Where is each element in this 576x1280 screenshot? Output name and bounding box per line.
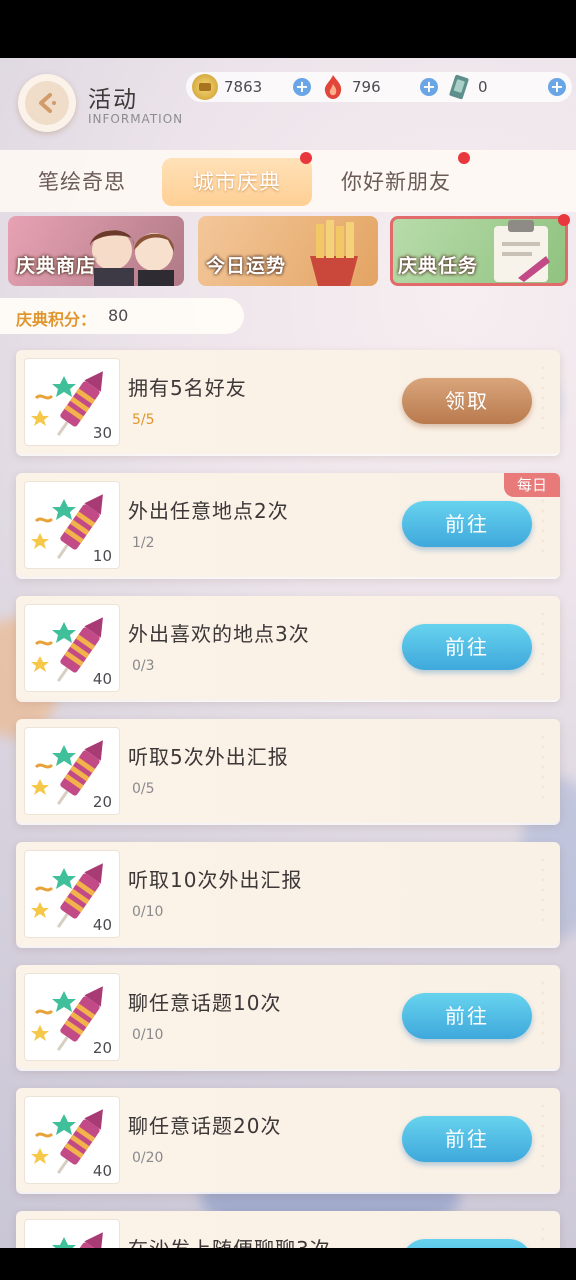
reward-count: 40 <box>92 916 112 934</box>
back-button[interactable] <box>18 74 76 132</box>
celebration-score: 庆典积分： 80 <box>0 298 244 334</box>
firework-reward-icon: 40 <box>24 1096 120 1184</box>
top-bar: 活动 INFORMATION 7863 + 796 + 0 + <box>0 58 576 150</box>
task-progress: 5/5 <box>132 412 155 428</box>
task-progress: 1/2 <box>132 535 155 551</box>
tab-city-celebration[interactable]: 城市庆典 <box>162 158 312 206</box>
task-progress: 0/3 <box>132 658 155 674</box>
go-button[interactable]: 前往 <box>402 1239 532 1248</box>
task-name: 拥有5名好友 <box>128 376 247 400</box>
firework-reward-icon: 40 <box>24 850 120 938</box>
currency-gold: 7863 <box>192 72 262 102</box>
flame-crystal-icon <box>320 74 346 100</box>
score-label: 庆典积分： <box>16 310 97 329</box>
feature-banners: 庆典商店 今日运势 庆典任务 <box>0 214 576 290</box>
firework-reward-icon: 20 <box>24 973 120 1061</box>
card-edge-decoration: ◦◦◦◦◦◦◦ <box>540 733 546 802</box>
task-name: 在沙发上随便聊聊3次 <box>128 1233 331 1248</box>
reward-count: 20 <box>92 1039 112 1057</box>
task-card: 40 外出喜欢的地点3次 0/3 前往 ◦ ◦ ◦ ◦ ◦ ◦ ◦ <box>16 596 560 700</box>
card-edge-decoration: ◦◦◦◦◦◦◦ <box>540 1102 546 1171</box>
task-card: 20 听取5次外出汇报 0/5 ◦ ◦ ◦ ◦ ◦ ◦ ◦ <box>16 719 560 823</box>
task-name: 聊任意话题20次 <box>128 1114 282 1138</box>
currency-ticket: 0 <box>446 72 488 102</box>
task-progress: 0/10 <box>132 904 164 920</box>
task-card: 20 聊任意话题10次 0/10 前往 ◦ ◦ ◦ ◦ ◦ ◦ ◦ <box>16 965 560 1069</box>
go-button[interactable]: 前往 <box>402 501 532 547</box>
tab-notification-dot <box>458 152 470 164</box>
card-edge-decoration: ◦◦◦◦◦◦◦ <box>540 979 546 1048</box>
back-arrow-icon <box>25 81 69 125</box>
shop-banner-label: 庆典商店 <box>16 255 97 277</box>
task-name: 聊任意话题10次 <box>128 991 282 1015</box>
flame-value: 796 <box>352 78 381 96</box>
task-name: 外出任意地点2次 <box>128 499 289 523</box>
add-gold-button[interactable]: + <box>293 78 311 96</box>
card-edge-decoration: ◦◦◦◦◦◦◦ <box>540 856 546 925</box>
card-edge-decoration: ◦◦◦◦◦◦◦ <box>540 364 546 433</box>
reward-count: 20 <box>92 793 112 811</box>
task-banner[interactable]: 庆典任务 <box>390 216 568 286</box>
go-button[interactable]: 前往 <box>402 1116 532 1162</box>
shop-banner[interactable]: 庆典商店 <box>8 216 184 286</box>
claim-button[interactable]: 领取 <box>402 378 532 424</box>
tab-bihui-qisi[interactable]: 笔绘奇思 <box>12 158 152 206</box>
task-banner-label: 庆典任务 <box>398 255 479 277</box>
currency-bar: 7863 + 796 + 0 + <box>186 72 572 102</box>
task-progress: 0/20 <box>132 1150 164 1166</box>
page-title: 活动 <box>88 87 138 113</box>
task-name: 外出喜欢的地点3次 <box>128 622 310 646</box>
task-card: 10 外出任意地点2次 1/2 前往 每日 ◦ ◦ ◦ ◦ ◦ ◦ ◦ <box>16 473 560 577</box>
currency-flame: 796 <box>320 72 381 102</box>
ticket-card-icon <box>446 74 472 100</box>
firework-reward-icon: 30 <box>24 358 120 446</box>
firework-reward-icon: 20 <box>24 727 120 815</box>
tab-hello-new-friend[interactable]: 你好新朋友 <box>326 158 466 206</box>
reward-count: 10 <box>92 547 112 565</box>
task-card: 在沙发上随便聊聊3次 前往 ◦◦◦◦◦◦◦ <box>16 1211 560 1248</box>
activity-screen: 活动 INFORMATION 7863 + 796 + 0 + 笔绘奇思 城市庆… <box>0 58 576 1248</box>
gold-value: 7863 <box>224 78 263 96</box>
task-card: 30 拥有5名好友 5/5 领取 ◦ ◦ ◦ ◦ ◦ ◦ ◦ <box>16 350 560 454</box>
firework-reward-icon <box>24 1219 120 1248</box>
reward-count: 30 <box>92 424 112 442</box>
score-value: 80 <box>108 306 129 325</box>
page-subtitle: INFORMATION <box>88 112 184 126</box>
tab-bar: 笔绘奇思 城市庆典 你好新朋友 <box>0 150 576 212</box>
gold-coin-icon <box>192 74 218 100</box>
daily-badge: 每日 <box>504 473 560 497</box>
card-edge-decoration: ◦◦◦◦◦◦◦ <box>540 610 546 679</box>
banner-notification-dot <box>558 214 570 226</box>
task-name: 听取10次外出汇报 <box>128 868 303 892</box>
ticket-value: 0 <box>478 78 488 96</box>
firework-reward-icon: 40 <box>24 604 120 692</box>
reward-count: 40 <box>92 670 112 688</box>
card-edge-decoration: ◦◦◦◦◦◦◦ <box>540 487 546 556</box>
reward-count: 40 <box>92 1162 112 1180</box>
task-progress: 0/10 <box>132 1027 164 1043</box>
fortune-banner-label: 今日运势 <box>206 255 287 277</box>
card-edge-decoration: ◦◦◦◦◦◦◦ <box>540 1225 546 1248</box>
fortune-banner[interactable]: 今日运势 <box>198 216 378 286</box>
task-name: 听取5次外出汇报 <box>128 745 289 769</box>
task-card: 40 听取10次外出汇报 0/10 ◦ ◦ ◦ ◦ ◦ ◦ ◦ <box>16 842 560 946</box>
task-card: 40 聊任意话题20次 0/20 前往 ◦ ◦ ◦ ◦ ◦ ◦ ◦ <box>16 1088 560 1192</box>
task-progress: 0/5 <box>132 781 155 797</box>
add-ticket-button[interactable]: + <box>548 78 566 96</box>
add-flame-button[interactable]: + <box>420 78 438 96</box>
go-button[interactable]: 前往 <box>402 624 532 670</box>
firework-reward-icon: 10 <box>24 481 120 569</box>
go-button[interactable]: 前往 <box>402 993 532 1039</box>
tab-notification-dot <box>300 152 312 164</box>
